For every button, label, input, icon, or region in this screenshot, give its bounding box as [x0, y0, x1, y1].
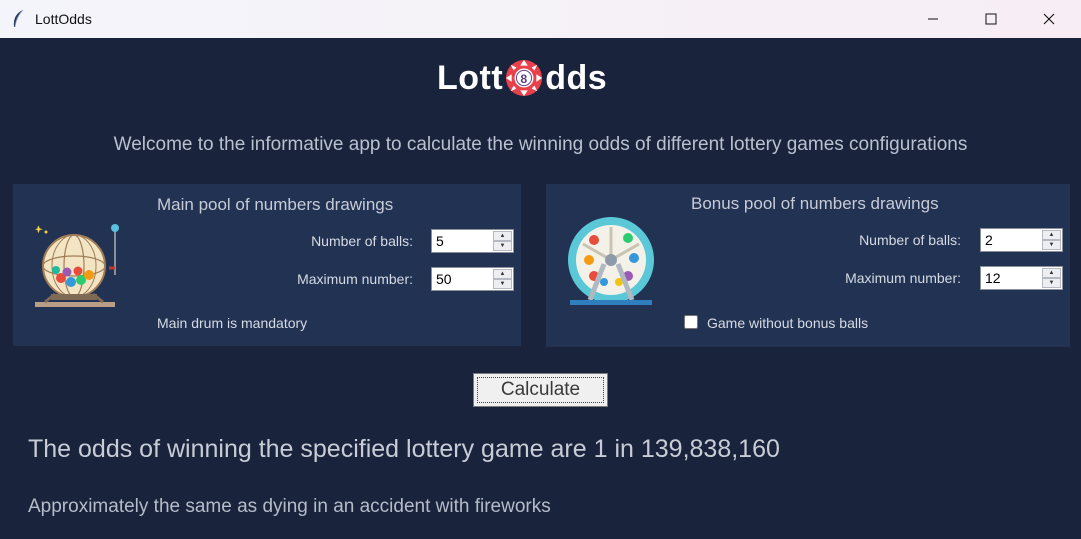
spin-down-icon[interactable]: ▼ [1042, 240, 1061, 250]
logo-text-part1: Lott [437, 58, 504, 97]
main-balls-spinbox[interactable]: ▲ ▼ [431, 229, 514, 253]
bonus-max-input[interactable] [981, 267, 1049, 289]
maximize-icon [985, 13, 997, 25]
main-max-label: Maximum number: [297, 271, 413, 287]
main-drum-note: Main drum is mandatory [157, 315, 308, 331]
bonus-balls-input[interactable] [981, 229, 1049, 251]
odds-result-text: The odds of winning the specified lotter… [28, 435, 780, 463]
main-max-input[interactable] [432, 268, 500, 290]
spin-down-icon[interactable]: ▼ [1042, 278, 1061, 288]
window-title: LottOdds [35, 11, 92, 27]
main-balls-input[interactable] [432, 230, 500, 252]
bonus-pool-title: Bonus pool of numbers drawings [691, 194, 939, 213]
no-bonus-checkbox[interactable] [684, 315, 698, 329]
app-client-area: Lott 8 dds Welcome to the informative ap… [0, 38, 1081, 539]
lottery-wheel-icon [568, 217, 654, 305]
feather-icon [13, 9, 24, 28]
spin-down-icon[interactable]: ▼ [493, 241, 512, 251]
bonus-max-label: Maximum number: [845, 270, 961, 286]
title-bar: LottOdds [0, 0, 1081, 38]
calculate-button[interactable]: Calculate [473, 373, 608, 407]
spin-down-icon[interactable]: ▼ [493, 279, 512, 289]
close-icon [1043, 13, 1055, 25]
odds-comparison-text: Approximately the same as dying in an ac… [28, 496, 551, 517]
main-balls-label: Number of balls: [311, 233, 413, 249]
bingo-cage-icon [35, 224, 119, 307]
logo-text-part2: dds [545, 58, 608, 97]
bonus-max-spinbox[interactable]: ▲ ▼ [980, 266, 1063, 290]
close-button[interactable] [1026, 0, 1072, 38]
spin-up-icon[interactable]: ▲ [493, 231, 512, 241]
spin-up-icon[interactable]: ▲ [1042, 230, 1061, 240]
no-bonus-checkbox-label[interactable]: Game without bonus balls [707, 315, 868, 331]
minimize-button[interactable] [910, 0, 956, 38]
bonus-pool-panel: Bonus pool of numbers drawings Number of… [546, 184, 1070, 347]
app-logo: Lott 8 dds [437, 58, 607, 98]
minimize-icon [928, 18, 938, 20]
spin-up-icon[interactable]: ▲ [1042, 268, 1061, 278]
welcome-text: Welcome to the informative app to calcul… [113, 134, 968, 155]
calculate-button-label: Calculate [477, 377, 604, 403]
main-pool-panel: Main pool of numbers drawings Number of … [13, 184, 521, 346]
bonus-balls-label: Number of balls: [859, 232, 961, 248]
spin-up-icon[interactable]: ▲ [493, 269, 512, 279]
bonus-balls-spinbox[interactable]: ▲ ▼ [980, 228, 1063, 252]
main-max-spinbox[interactable]: ▲ ▼ [431, 267, 514, 291]
maximize-button[interactable] [968, 0, 1014, 38]
lottery-ball-icon: 8 [506, 59, 543, 97]
main-pool-title: Main pool of numbers drawings [157, 195, 394, 214]
logo-ball-number: 8 [521, 72, 528, 86]
